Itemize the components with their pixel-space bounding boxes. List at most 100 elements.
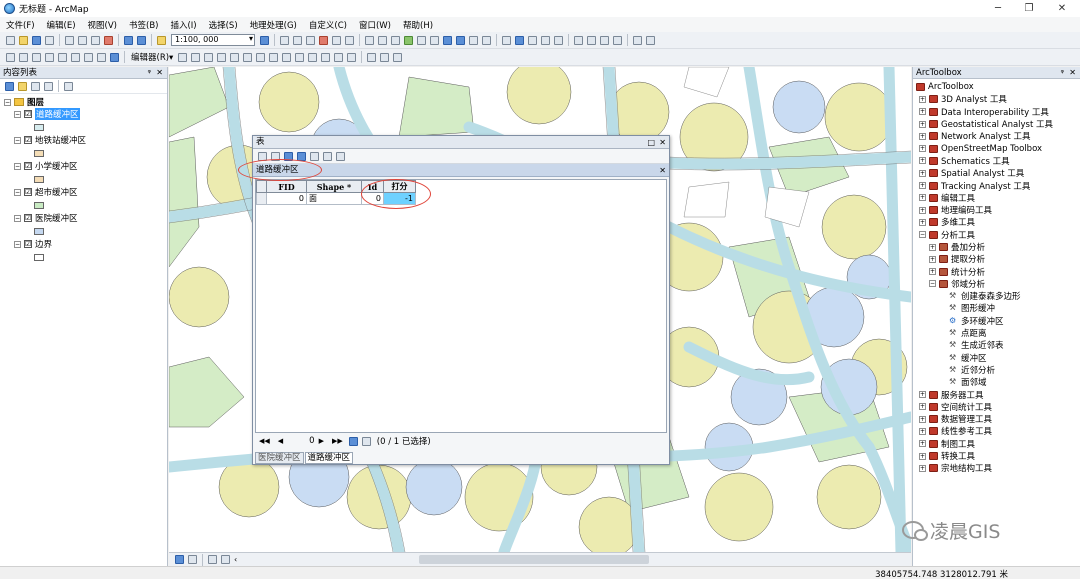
- menu-customize[interactable]: 自定义(C): [309, 19, 347, 31]
- edit-tool-icon[interactable]: [178, 52, 188, 62]
- layers-root[interactable]: − 图层: [4, 96, 167, 108]
- menu-help[interactable]: 帮助(H): [403, 19, 433, 31]
- draw-polygon-icon[interactable]: [45, 52, 54, 62]
- toolbox-item[interactable]: +3D Analyst 工具: [916, 93, 1080, 105]
- layer-visibility-checkbox[interactable]: ☑: [24, 110, 32, 118]
- menu-view[interactable]: 视图(V): [88, 19, 117, 31]
- toolbox-item[interactable]: ⚒ 缓冲区: [916, 352, 1080, 364]
- collapse-icon[interactable]: −: [14, 240, 21, 248]
- toolbox-item[interactable]: ⚒ 图形缓冲: [916, 302, 1080, 315]
- cell-shape[interactable]: 面: [306, 192, 362, 205]
- draw-circle-icon[interactable]: [58, 52, 67, 62]
- map-scale-combobox[interactable]: 1:100, 000: [171, 34, 255, 46]
- fixed-zoom-out-icon[interactable]: [430, 35, 439, 45]
- table-window-titlebar[interactable]: 表 □ ✕: [253, 136, 669, 149]
- straight-segment-icon[interactable]: [204, 52, 214, 62]
- expand-icon[interactable]: +: [919, 403, 926, 411]
- zoom-in-icon[interactable]: [365, 35, 374, 45]
- overview-icon[interactable]: [646, 35, 655, 45]
- scroll-left-icon[interactable]: ‹: [234, 555, 237, 564]
- layer-visibility-checkbox[interactable]: ☑: [24, 240, 32, 248]
- model-builder-icon[interactable]: [345, 35, 354, 45]
- snapping-icon[interactable]: [380, 52, 390, 62]
- layer-item[interactable]: − ☑ 超市缓冲区: [4, 186, 167, 198]
- expand-icon[interactable]: +: [919, 95, 926, 103]
- measure-icon[interactable]: [541, 35, 550, 45]
- new-document-icon[interactable]: [6, 35, 15, 45]
- expand-icon[interactable]: +: [919, 194, 926, 202]
- show-selected-records-icon[interactable]: [361, 436, 371, 446]
- expand-icon[interactable]: +: [929, 243, 936, 251]
- menu-file[interactable]: 文件(F): [6, 19, 35, 31]
- fixed-zoom-in-icon[interactable]: [417, 35, 426, 45]
- expand-icon[interactable]: +: [919, 206, 926, 214]
- draw-point-icon[interactable]: [84, 52, 93, 62]
- expand-icon[interactable]: +: [919, 157, 926, 165]
- attributes-icon[interactable]: [321, 52, 331, 62]
- toolbox-item[interactable]: ⚒ 点距离: [916, 327, 1080, 340]
- expand-icon[interactable]: +: [919, 120, 926, 128]
- draw-text-icon[interactable]: [19, 52, 28, 62]
- toolbox-item[interactable]: + OpenStreetMap Toolbox: [916, 142, 1080, 154]
- toolbox-item[interactable]: + 地理编码工具: [916, 204, 1080, 216]
- toolbox-item[interactable]: + 宗地结构工具: [916, 462, 1080, 474]
- fill-color-icon[interactable]: [110, 52, 119, 62]
- toolbox-item[interactable]: + 线性参考工具: [916, 425, 1080, 437]
- toolbox-item[interactable]: ⚒ 面邻域: [916, 376, 1080, 389]
- expand-icon[interactable]: +: [919, 391, 926, 399]
- layer-visibility-checkbox[interactable]: ☑: [24, 188, 32, 196]
- expand-icon[interactable]: +: [919, 440, 926, 448]
- toolbox-item[interactable]: + Tracking Analyst 工具: [916, 179, 1080, 192]
- toolbox-item[interactable]: + 制图工具: [916, 438, 1080, 450]
- layer-label[interactable]: 小学缓冲区: [35, 160, 78, 172]
- layer-item[interactable]: − ☑ 道路缓冲区: [4, 108, 167, 120]
- list-by-visibility-icon[interactable]: [31, 81, 40, 91]
- collapse-icon[interactable]: −: [919, 231, 926, 239]
- sketch-properties-icon[interactable]: [334, 52, 344, 62]
- end-point-arc-icon[interactable]: [217, 52, 227, 62]
- layer-label[interactable]: 医院缓冲区: [35, 212, 78, 224]
- toolbox-item[interactable]: ⚒ 生成近邻表: [916, 339, 1080, 352]
- current-record-field[interactable]: 0: [309, 436, 314, 446]
- layer-label[interactable]: 超市缓冲区: [35, 186, 78, 198]
- rotate-icon[interactable]: [308, 52, 318, 62]
- layer-symbol-swatch[interactable]: [34, 227, 44, 235]
- split-icon[interactable]: [295, 52, 305, 62]
- cut-icon[interactable]: [65, 35, 74, 45]
- close-icon[interactable]: ✕: [659, 136, 666, 149]
- toolbox-item[interactable]: + 空间统计工具: [916, 401, 1080, 413]
- editor-menu-button[interactable]: 编辑器(R)▾: [131, 51, 173, 63]
- print-icon[interactable]: [45, 35, 54, 45]
- add-data-icon[interactable]: [157, 35, 166, 45]
- time-slider-icon[interactable]: [600, 35, 609, 45]
- select-features-icon[interactable]: [469, 35, 478, 45]
- layout-icon[interactable]: [633, 35, 642, 45]
- refresh-icon[interactable]: [208, 555, 217, 564]
- layer-symbol-swatch[interactable]: [34, 175, 44, 183]
- horizontal-scrollbar-thumb[interactable]: [419, 555, 649, 564]
- toolbox-item[interactable]: + Spatial Analyst 工具: [916, 167, 1080, 179]
- layer-item[interactable]: − ☑ 医院缓冲区: [4, 212, 167, 224]
- tab-hospital-buffer[interactable]: 医院缓冲区: [255, 451, 304, 464]
- toolbox-item[interactable]: + 服务器工具: [916, 388, 1080, 401]
- delete-icon[interactable]: [104, 35, 113, 45]
- layer-symbol-swatch[interactable]: [34, 201, 44, 209]
- zoom-out-icon[interactable]: [378, 35, 387, 45]
- layer-visibility-checkbox[interactable]: ☑: [24, 136, 32, 144]
- clear-selection-icon[interactable]: [310, 151, 319, 161]
- layout-view-icon[interactable]: [188, 555, 197, 564]
- layer-label[interactable]: 地铁站缓冲区: [35, 134, 86, 146]
- draw-line-icon[interactable]: [32, 52, 41, 62]
- edit-annotation-icon[interactable]: [191, 52, 201, 62]
- menu-windows[interactable]: 窗口(W): [359, 19, 391, 31]
- layer-visibility-checkbox[interactable]: ☑: [24, 214, 32, 222]
- paste-icon[interactable]: [91, 35, 100, 45]
- list-by-source-icon[interactable]: [18, 81, 27, 91]
- close-table-icon[interactable]: ✕: [659, 164, 666, 177]
- draw-curve-icon[interactable]: [97, 52, 106, 62]
- toolbox-item[interactable]: ⚒ 创建泰森多边形: [916, 290, 1080, 303]
- collapse-icon[interactable]: −: [14, 214, 21, 222]
- menu-bookmarks[interactable]: 书签(B): [129, 19, 158, 31]
- toolbox-item[interactable]: ⚒ 近邻分析: [916, 364, 1080, 376]
- html-popup-icon[interactable]: [528, 35, 537, 45]
